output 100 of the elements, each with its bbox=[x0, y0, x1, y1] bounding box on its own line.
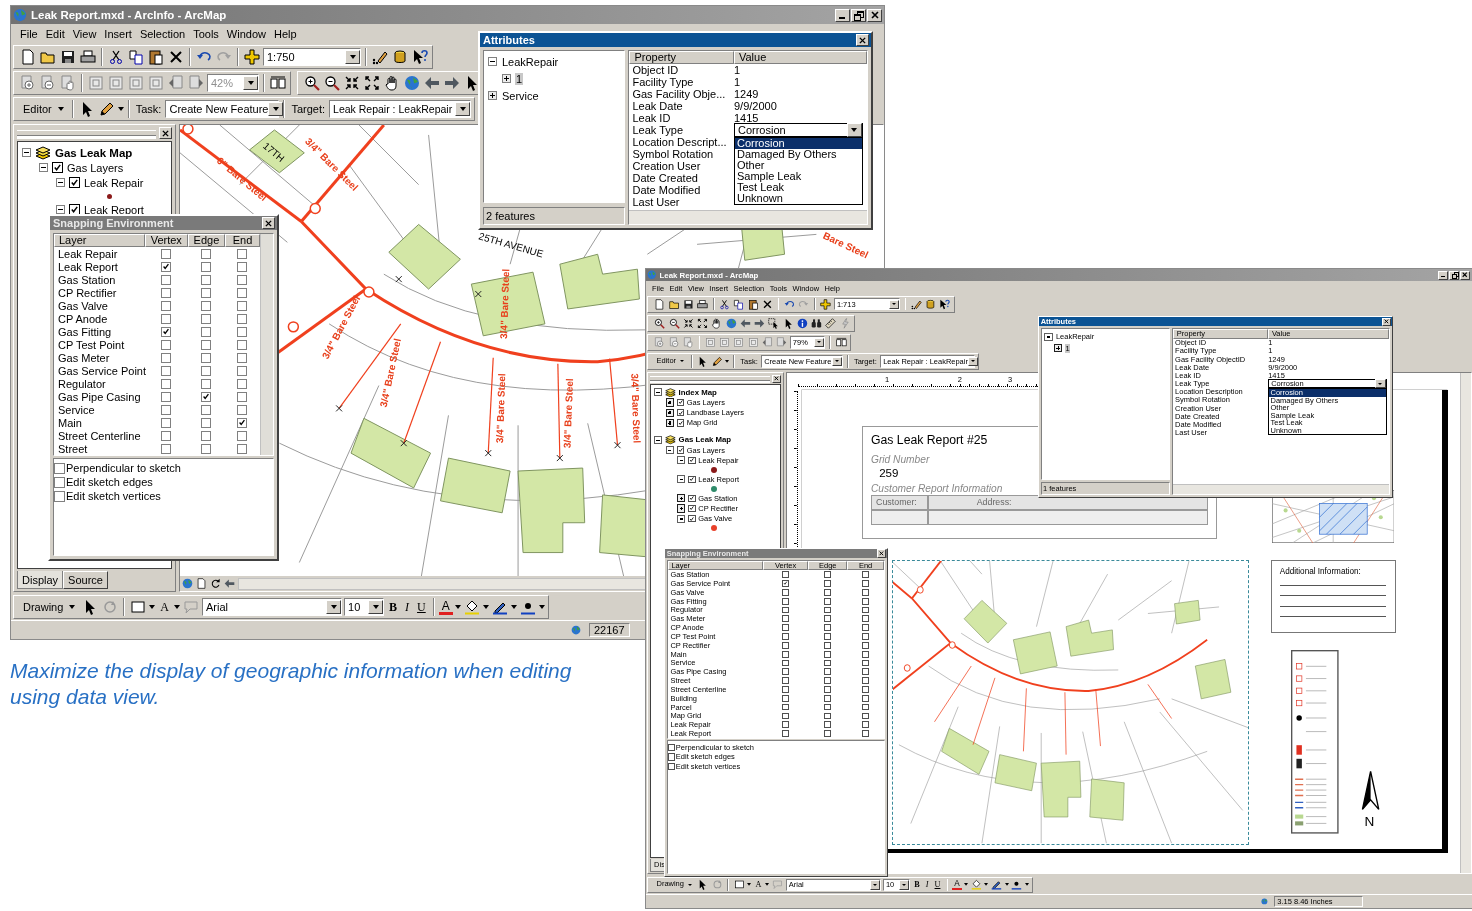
dropdown-option[interactable]: Other bbox=[734, 160, 862, 171]
option-label: Edit sketch vertices bbox=[66, 490, 161, 502]
drawing-menu[interactable]: Drawing bbox=[653, 878, 695, 891]
dropdown-option[interactable]: Sample Leak bbox=[1269, 411, 1386, 420]
dropdown-option[interactable]: Corrosion bbox=[734, 138, 862, 149]
layer-name: Gas Service Point bbox=[669, 579, 732, 588]
task-field[interactable]: Create New Feature bbox=[761, 355, 843, 368]
leak-type-dropdown[interactable]: Corrosion bbox=[733, 123, 863, 137]
layer-name[interactable]: Landbase Layers bbox=[686, 408, 745, 418]
editor-menu[interactable]: Editor bbox=[653, 355, 687, 368]
font-field[interactable]: Arial bbox=[785, 878, 881, 891]
property-value[interactable]: 1415 bbox=[733, 112, 759, 124]
menu-item[interactable]: Insert bbox=[707, 282, 731, 294]
data-frame-name[interactable]: Index Map bbox=[678, 387, 717, 397]
dropdown-option[interactable]: Test Leak bbox=[1269, 419, 1386, 427]
column-header[interactable]: Layer bbox=[667, 561, 763, 571]
target-field[interactable]: Leak Repair : LeakRepair bbox=[329, 100, 472, 118]
font-field[interactable]: Arial bbox=[202, 598, 343, 616]
menu-item[interactable]: View bbox=[685, 282, 706, 294]
layer-name[interactable]: Gas Layers bbox=[686, 398, 725, 407]
property-value[interactable]: 1 bbox=[1268, 338, 1273, 348]
feature-tree-item[interactable]: LeakRepair bbox=[501, 55, 560, 68]
panel-tab[interactable]: Display bbox=[17, 571, 64, 589]
property-name: Creation User bbox=[631, 160, 702, 172]
column-header[interactable]: End bbox=[847, 561, 884, 571]
menu-item[interactable]: Tools bbox=[190, 27, 222, 41]
layer-name[interactable]: Map Grid bbox=[686, 418, 718, 428]
font-size-field[interactable]: 10 bbox=[882, 878, 911, 891]
layer-name[interactable]: Leak Report bbox=[698, 474, 739, 484]
feature-tree-item[interactable]: 1 bbox=[1064, 343, 1071, 353]
dropdown-option[interactable]: Sample Leak bbox=[734, 171, 862, 182]
dropdown-option[interactable]: Other bbox=[1269, 404, 1386, 412]
menu-item[interactable]: View bbox=[69, 27, 100, 41]
feature-tree-item[interactable]: Service bbox=[501, 89, 540, 102]
dropdown-option[interactable]: Damaged By Others bbox=[1269, 396, 1386, 405]
property-name: Leak Date bbox=[1174, 362, 1210, 372]
font-color-button[interactable]: A bbox=[438, 599, 453, 615]
layer-name[interactable]: Leak Report bbox=[84, 203, 144, 216]
menu-item[interactable]: Window bbox=[223, 27, 269, 41]
layer-name[interactable]: Gas Station bbox=[698, 493, 738, 503]
property-value[interactable]: 1249 bbox=[733, 88, 759, 100]
layer-name[interactable]: Leak Repair bbox=[698, 455, 739, 465]
feature-tree-item[interactable]: 1 bbox=[515, 72, 524, 85]
layer-name: Street Centerline bbox=[669, 684, 728, 694]
column-header[interactable]: Edge bbox=[808, 561, 848, 571]
north-label: N bbox=[1364, 813, 1375, 829]
zoom-field[interactable]: 79% bbox=[789, 336, 826, 349]
column-header[interactable]: Vertex bbox=[144, 234, 188, 247]
property-value[interactable]: 9/9/2000 bbox=[733, 100, 777, 112]
map-label: 3/4" Bare Steel bbox=[377, 337, 403, 409]
option-label: Edit sketch edges bbox=[675, 752, 735, 762]
menu-item[interactable]: Help bbox=[270, 27, 300, 41]
menu-item[interactable]: Window bbox=[790, 282, 822, 294]
dropdown-option[interactable]: Test Leak bbox=[734, 182, 862, 193]
underline-button[interactable]: U bbox=[414, 599, 429, 615]
menu-item[interactable]: Help bbox=[822, 282, 842, 294]
property-value[interactable]: 1249 bbox=[1268, 354, 1285, 364]
data-frame-name[interactable]: Gas Leak Map bbox=[678, 435, 732, 445]
column-header[interactable]: Vertex bbox=[762, 561, 809, 571]
panel-tab[interactable]: Source bbox=[63, 571, 108, 589]
menu-item[interactable]: Selection bbox=[731, 282, 767, 294]
layer-name[interactable]: CP Rectifier bbox=[698, 503, 738, 513]
menu-item[interactable]: Edit bbox=[667, 282, 685, 294]
property-value[interactable]: 1 bbox=[1268, 346, 1273, 356]
menu-item[interactable]: File bbox=[650, 282, 667, 294]
menu-item[interactable]: Selection bbox=[136, 27, 189, 41]
layer-name[interactable]: Leak Repair bbox=[84, 176, 144, 189]
font-size-field[interactable]: 10 bbox=[344, 598, 385, 616]
column-header[interactable]: Layer bbox=[54, 234, 145, 247]
layer-name[interactable]: Gas Valve bbox=[698, 514, 733, 524]
menu-item[interactable]: Tools bbox=[767, 282, 790, 294]
layer-name[interactable]: Gas Layers bbox=[67, 161, 124, 174]
dropdown-option[interactable]: Unknown bbox=[1269, 426, 1386, 435]
scale-field[interactable]: 1:713 bbox=[833, 298, 901, 311]
target-label: Target: bbox=[290, 103, 327, 115]
drawing-menu[interactable]: Drawing bbox=[19, 598, 80, 616]
dropdown-option[interactable]: Corrosion bbox=[1269, 389, 1386, 397]
column-header[interactable]: End bbox=[224, 234, 260, 247]
property-value[interactable]: 1415 bbox=[1268, 370, 1285, 380]
property-value[interactable]: 1 bbox=[733, 64, 741, 76]
layer-name[interactable]: Gas Layers bbox=[686, 445, 725, 455]
property-value[interactable]: 1 bbox=[733, 76, 741, 88]
task-field[interactable]: Create New Feature bbox=[165, 100, 280, 118]
column-header[interactable]: Edge bbox=[187, 234, 225, 247]
menu-item[interactable]: File bbox=[17, 27, 41, 41]
dropdown-option[interactable]: Unknown bbox=[734, 193, 862, 204]
menu-item[interactable]: Edit bbox=[42, 27, 68, 41]
scale-field[interactable]: 1:750 bbox=[263, 48, 361, 66]
property-value[interactable]: 9/9/2000 bbox=[1268, 362, 1298, 372]
bold-button[interactable]: B bbox=[386, 599, 401, 615]
layer-name: CP Test Point bbox=[669, 631, 717, 641]
dialog-title: Attributes bbox=[483, 34, 535, 46]
dropdown-option[interactable]: Damaged By Others bbox=[734, 149, 862, 160]
feature-tree-item[interactable]: LeakRepair bbox=[1055, 332, 1095, 342]
text-tool-button[interactable]: A bbox=[157, 599, 173, 615]
editor-menu[interactable]: Editor bbox=[19, 100, 68, 118]
data-frame-name[interactable]: Gas Leak Map bbox=[55, 146, 133, 159]
italic-button[interactable]: I bbox=[402, 599, 413, 615]
target-field[interactable]: Leak Repair : LeakRepair bbox=[880, 355, 976, 368]
menu-item[interactable]: Insert bbox=[101, 27, 135, 41]
